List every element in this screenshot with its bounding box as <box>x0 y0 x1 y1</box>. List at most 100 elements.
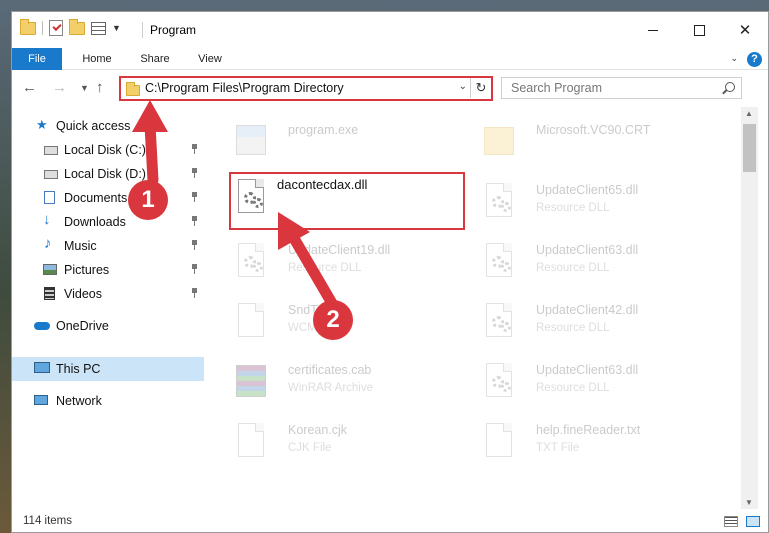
file-name: UpdateClient19.dll <box>288 243 391 257</box>
pin-icon[interactable] <box>191 216 198 226</box>
tab-view[interactable]: View <box>188 48 232 70</box>
sidebar-item-downloads[interactable]: ↓ Downloads <box>12 210 204 234</box>
file-item[interactable]: UpdateClient63.dll Resource DLL <box>460 357 700 413</box>
pin-icon[interactable] <box>191 168 198 178</box>
sidebar-item-network[interactable]: Network <box>12 389 204 413</box>
dll-icon <box>234 243 268 285</box>
sidebar-item-label: This PC <box>56 362 101 376</box>
sidebar-item-onedrive[interactable]: OneDrive <box>12 314 204 338</box>
sidebar-item-label: Music <box>64 239 97 253</box>
search-input[interactable]: Search Program <box>501 77 742 99</box>
sidebar-item-label: Documents <box>64 191 128 205</box>
tab-home[interactable]: Home <box>72 48 122 70</box>
file-item[interactable]: certificates.cab WinRAR Archive <box>212 357 452 413</box>
tab-share[interactable]: Share <box>130 48 180 70</box>
file-name: UpdateClient42.dll <box>536 303 639 317</box>
close-button[interactable]: ✕ <box>722 12 768 48</box>
scrollbar-thumb[interactable] <box>743 124 756 172</box>
dll-icon <box>234 179 268 221</box>
scroll-up-icon[interactable]: ▲ <box>745 109 753 118</box>
videos-icon <box>44 287 55 300</box>
star-icon: ★ <box>36 117 48 132</box>
sidebar-item-label: Pictures <box>64 263 110 277</box>
file-item[interactable]: UpdateClient63.dll Resource DLL <box>460 237 700 293</box>
window-title: Program <box>150 23 197 37</box>
address-bar[interactable]: C:\Program Files\Program Directory ⌄ ↻ <box>119 76 493 101</box>
file-type: TXT File <box>536 442 580 454</box>
sidebar-item-pictures[interactable]: Pictures <box>12 258 204 282</box>
file-name: dacontecdax.dll <box>277 177 368 192</box>
file-item[interactable]: UpdateClient19.dll Resource DLL <box>212 237 452 293</box>
details-view-icon[interactable] <box>724 516 738 527</box>
pin-icon[interactable] <box>191 192 198 202</box>
expand-ribbon-chevron-icon[interactable]: ⌄ <box>730 53 738 64</box>
archive-icon <box>234 363 268 405</box>
file-name: Microsoft.VC90.CRT <box>536 123 651 137</box>
search-placeholder: Search Program <box>511 81 603 95</box>
minimize-button[interactable] <box>630 12 676 48</box>
refresh-icon[interactable]: ↻ <box>470 78 491 98</box>
sidebar-item-documents[interactable]: Documents <box>12 186 204 210</box>
pin-icon[interactable] <box>191 144 198 154</box>
file-item[interactable]: Microsoft.VC90.CRT <box>460 117 700 173</box>
file-item[interactable]: help.fineReader.txt TXT File <box>460 417 700 473</box>
file-item[interactable]: program.exe <box>212 117 452 173</box>
address-path[interactable]: C:\Program Files\Program Directory <box>145 81 344 95</box>
file-item-highlighted[interactable]: dacontecdax.dll <box>229 172 465 230</box>
file-item[interactable]: Korean.cjk CJK File <box>212 417 452 473</box>
sidebar-item-this-pc[interactable]: This PC <box>12 357 204 381</box>
tab-file[interactable]: File <box>12 48 62 70</box>
dll-icon <box>482 183 516 225</box>
pin-icon[interactable] <box>191 264 198 274</box>
pin-icon[interactable] <box>191 288 198 298</box>
scroll-down-icon[interactable]: ▼ <box>745 498 753 507</box>
maximize-button[interactable] <box>676 12 722 48</box>
ribbon-tabs: File Home Share View ⌄ ? <box>12 48 768 70</box>
large-icons-view-icon[interactable] <box>746 516 760 527</box>
file-name: Korean.cjk <box>288 423 348 437</box>
file-name: UpdateClient63.dll <box>536 243 639 257</box>
file-name: help.fineReader.txt <box>536 423 641 437</box>
help-icon[interactable]: ? <box>747 52 762 67</box>
file-type: Resource DLL <box>536 202 610 214</box>
sidebar-item-label: Local Disk (C:) <box>64 143 146 157</box>
up-arrow-icon[interactable]: ↑ <box>96 79 104 96</box>
text-icon <box>482 423 516 465</box>
properties-icon[interactable] <box>91 21 106 35</box>
file-item[interactable]: UpdateClient42.dll Resource DLL <box>460 297 700 353</box>
vertical-scrollbar[interactable]: ▲ ▼ <box>741 107 758 509</box>
sidebar-item-local-disk-c[interactable]: Local Disk (C:) <box>12 138 204 162</box>
sidebar-item-local-disk-d[interactable]: Local Disk (D:) <box>12 162 204 186</box>
file-type: WinRAR Archive <box>288 382 373 394</box>
sidebar-item-label: Network <box>56 394 102 408</box>
forward-arrow-icon[interactable]: → <box>52 79 67 96</box>
sidebar-item-label: Local Disk (D:) <box>64 167 146 181</box>
dll-icon <box>482 363 516 405</box>
back-arrow-icon[interactable]: ← <box>22 79 37 96</box>
file-icon <box>234 423 268 465</box>
folder-icon <box>482 123 516 165</box>
file-item[interactable]: UpdateClient65.dll Resource DLL <box>460 177 700 233</box>
music-icon: ♪ <box>44 235 52 252</box>
new-folder-icon[interactable] <box>69 18 85 35</box>
recent-locations-chevron-icon[interactable]: ▼ <box>80 83 89 93</box>
file-name: certificates.cab <box>288 363 372 377</box>
step-2-badge: 2 <box>313 300 353 340</box>
sidebar-item-label: Videos <box>64 287 102 301</box>
item-count: 114 items <box>23 515 73 527</box>
title-divider <box>142 22 143 38</box>
address-dropdown-chevron-icon[interactable]: ⌄ <box>459 81 467 92</box>
cloud-icon <box>34 322 50 330</box>
download-icon: ↓ <box>43 211 51 228</box>
customize-toolbar-chevron-icon[interactable]: ▼ <box>112 23 121 33</box>
search-icon[interactable] <box>725 82 735 92</box>
documents-icon <box>44 191 55 204</box>
pin-icon[interactable] <box>191 240 198 250</box>
sidebar-item-quick-access[interactable]: ★ Quick access <box>12 114 204 138</box>
sidebar-item-videos[interactable]: Videos <box>12 282 204 306</box>
sidebar-item-label: Downloads <box>64 215 126 229</box>
sidebar-item-music[interactable]: ♪ Music <box>12 234 204 258</box>
properties-check-icon[interactable] <box>49 20 63 36</box>
file-type: Resource DLL <box>536 322 610 334</box>
address-folder-icon <box>126 82 140 96</box>
